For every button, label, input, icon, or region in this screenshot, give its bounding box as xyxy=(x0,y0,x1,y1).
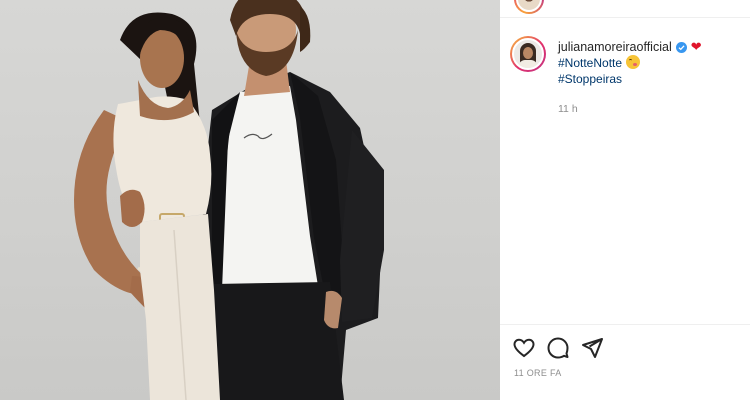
post-actions-bar xyxy=(500,324,750,370)
share-button[interactable] xyxy=(580,336,604,360)
username-link[interactable]: julianamoreiraofficial xyxy=(558,39,672,55)
caption-comment: julianamoreiraofficial ❤ #NotteNotte #St… xyxy=(510,36,745,117)
post-side-panel: julianamoreiraofficial ❤ #NotteNotte #St… xyxy=(500,0,750,400)
avatar[interactable] xyxy=(510,36,546,72)
post-photo[interactable] xyxy=(0,0,500,400)
hashtag-link[interactable]: #NotteNotte xyxy=(558,55,702,71)
hashtag-link[interactable]: #Stoppeiras xyxy=(558,71,702,87)
caption-header: julianamoreiraofficial ❤ xyxy=(558,39,702,55)
post-photo-illustration xyxy=(74,0,384,400)
caption-body: julianamoreiraofficial ❤ #NotteNotte #St… xyxy=(558,36,702,117)
kissing-face-emoji xyxy=(626,55,641,69)
header-avatar[interactable] xyxy=(514,0,544,14)
post-age-label: 11 ORE FA xyxy=(514,368,562,378)
red-heart-emoji: ❤ xyxy=(690,39,702,54)
like-button[interactable] xyxy=(512,336,536,360)
heart-outline-icon xyxy=(513,338,535,357)
comment-timestamp[interactable]: 11 h xyxy=(558,101,702,117)
comment-button[interactable] xyxy=(546,336,570,360)
verified-badge-icon xyxy=(675,41,687,53)
post-header-strip xyxy=(500,0,750,18)
comment-bubble-icon xyxy=(547,337,569,358)
paper-plane-icon xyxy=(582,337,603,358)
